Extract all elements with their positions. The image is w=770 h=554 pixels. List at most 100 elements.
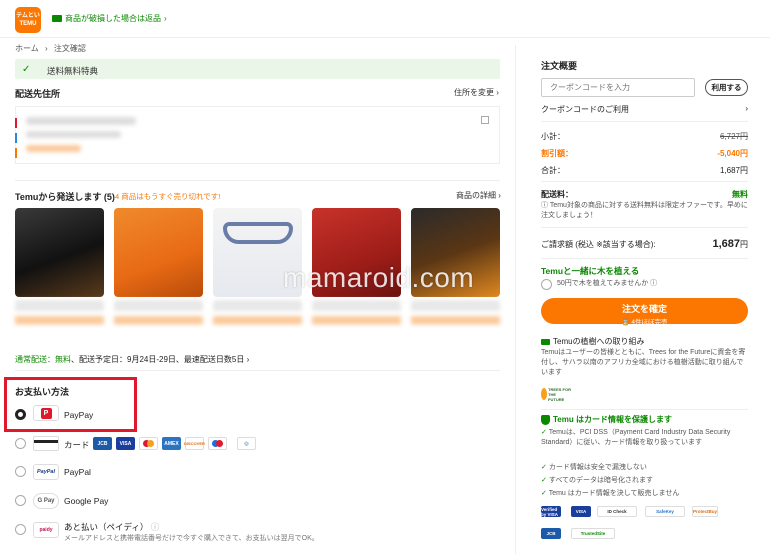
paypay-logo: P: [33, 405, 59, 421]
tree-checkbox[interactable]: [541, 279, 552, 290]
paidy-description: メールアドレスと携帯電話番号だけで今すぐ購入できて、お支払いは翌月でOK。: [64, 535, 319, 542]
radio-googlepay[interactable]: [15, 495, 26, 506]
stock-warning: 4 商品はもうすぐ売り切れです!: [115, 192, 221, 201]
tree-option-label[interactable]: 50円で木を植えてみませんか ⓘ: [557, 279, 657, 289]
breadcrumb: ホーム › 注文確認: [15, 43, 90, 54]
breadcrumb-home[interactable]: ホーム: [15, 44, 39, 53]
product-meta-2: [114, 300, 203, 336]
googlepay-logo: G Pay: [33, 493, 59, 509]
payment-label-card[interactable]: カード: [64, 439, 90, 451]
discount-row: 割引額： -5,040円: [541, 149, 748, 158]
payment-label-paypay[interactable]: PayPay: [64, 410, 93, 420]
chevron-right-icon: ›: [745, 104, 748, 113]
total-row: 合計： 1,687円: [541, 166, 748, 175]
payment-label-paypal[interactable]: PayPal: [64, 467, 91, 477]
idcheck-badge: ID Check: [597, 506, 637, 517]
protectbuy-badge: ProtectBuy: [692, 506, 718, 517]
verified-visa-badge: Verified by VISA: [541, 506, 561, 517]
shipment-title: Temuから発送します (5): [15, 192, 115, 202]
visa-icon: VISA: [116, 437, 135, 450]
product-image-1[interactable]: [15, 208, 104, 297]
payment-title: お支払い方法: [15, 387, 70, 397]
planting-title: Temuの植樹への取り組み: [541, 336, 645, 347]
tree-title: Temuと一緒に木を植える: [541, 266, 640, 276]
divider: [541, 121, 748, 122]
stripe-blue: [15, 133, 17, 143]
summary-title: 注文概要: [541, 61, 578, 71]
check-icon: ✓: [22, 64, 31, 75]
security-item-4: ✓ Temu はカード情報を決して販売しません: [541, 490, 680, 497]
coupon-link[interactable]: クーポンコードのご利用 ›: [541, 104, 748, 115]
divider: [541, 258, 748, 259]
radio-paidy[interactable]: [15, 524, 26, 535]
divider: [541, 181, 748, 182]
security-item-3: ✓ すべてのデータは暗号化されます: [541, 477, 654, 484]
maestro-icon: [208, 437, 227, 450]
divider: [15, 180, 500, 181]
place-order-button[interactable]: 注文を確定 ⌛ 4件ほぼ完売: [541, 298, 748, 326]
breadcrumb-current: 注文確認: [53, 44, 86, 53]
paypal-logo: PayPal: [33, 464, 59, 480]
edit-icon[interactable]: [481, 116, 489, 124]
radio-paypay[interactable]: [15, 409, 26, 420]
planting-text: Temuはユーザーの皆様とともに、Trees for the Futureに資金…: [541, 349, 746, 376]
visa-badge: VISA: [571, 506, 591, 517]
discover-icon: DISCOVER: [184, 437, 205, 450]
blurred-name: [26, 117, 136, 125]
billing-row: ご請求額 (税込 ※該当する場合): 1,687円: [541, 238, 748, 250]
payment-label-paidy[interactable]: あと払い（ペイディ） ⓘ: [64, 521, 159, 533]
glasses-icon: [223, 222, 293, 244]
radio-paypal[interactable]: [15, 466, 26, 477]
blurred-address: [26, 131, 121, 138]
product-details-link[interactable]: 商品の詳細 ›: [456, 190, 501, 201]
stripe-orange: [15, 148, 17, 158]
hourglass-note: ⌛ 4件ほぼ完売: [621, 319, 668, 326]
jcb-icon: JCB: [93, 437, 112, 450]
card-icon: [33, 436, 59, 451]
shipping-row: 配送料： 無料: [541, 190, 748, 199]
returns-text: 商品が破損した場合は返品: [65, 14, 161, 23]
trustedsite-badge: TrustedSite: [571, 528, 615, 539]
watermark: mamaroid.com: [283, 262, 475, 293]
payment-label-googlepay[interactable]: Google Pay: [64, 496, 108, 506]
temu-logo[interactable]: テムとい TEMU: [15, 7, 41, 33]
product-meta-1: [15, 300, 104, 336]
mastercard-icon: [139, 437, 158, 450]
hourglass-icon: ⌛: [621, 319, 630, 326]
product-image-2[interactable]: [114, 208, 203, 297]
column-divider: [515, 45, 516, 554]
divider: [15, 370, 500, 371]
stripe-red: [15, 118, 17, 128]
blurred-tag: [26, 145, 81, 152]
divider: [541, 227, 748, 228]
security-item-2: ✓ カード情報は安全で漏洩しない: [541, 464, 647, 471]
paidy-logo: paidy: [33, 522, 59, 538]
radio-card[interactable]: [15, 438, 26, 449]
breadcrumb-sep: ›: [45, 44, 48, 53]
diners-icon: ◎: [237, 437, 256, 450]
coupon-input[interactable]: [541, 78, 695, 97]
shield-icon: [541, 414, 550, 425]
trees-for-future-logo: TREES FOR THE FUTURE: [541, 384, 573, 404]
divider: [541, 409, 748, 410]
banner-text: 送料無料特典: [47, 66, 99, 76]
info-icon: ⓘ: [150, 522, 160, 532]
address-title: 配送先住所: [15, 89, 61, 99]
returns-notice[interactable]: 商品が破損した場合は返品 ›: [52, 13, 167, 24]
amex-icon: AMEX: [162, 437, 181, 450]
change-address-link[interactable]: 住所を変更 ›: [454, 87, 499, 98]
security-item-1: ✓ Temuは、PCI DSS（Payment Card Industry Da…: [541, 429, 731, 446]
jcb-badge: JCB: [541, 528, 561, 539]
delivery-info[interactable]: 通常配送：無料、配送予定日：9月24日-29日、最速配送日数5日 ›: [15, 354, 249, 365]
chevron-right-icon: ›: [164, 14, 167, 23]
apply-coupon-button[interactable]: 利用する: [705, 79, 748, 96]
security-title: Temu はカード情報を保護します: [541, 414, 672, 425]
product-meta-3: [213, 300, 302, 336]
tree-icon: [541, 338, 550, 345]
shipping-note: ⓘ Temu対象の商品に対する送料無料は限定オファーです。早めに注文しましょう！: [541, 202, 748, 219]
product-meta-5: [411, 300, 500, 336]
product-meta-4: [312, 300, 401, 336]
safekey-badge: SafeKey: [645, 506, 685, 517]
truck-icon: [52, 15, 62, 22]
subtotal-row: 小計： 6,727円: [541, 132, 748, 141]
